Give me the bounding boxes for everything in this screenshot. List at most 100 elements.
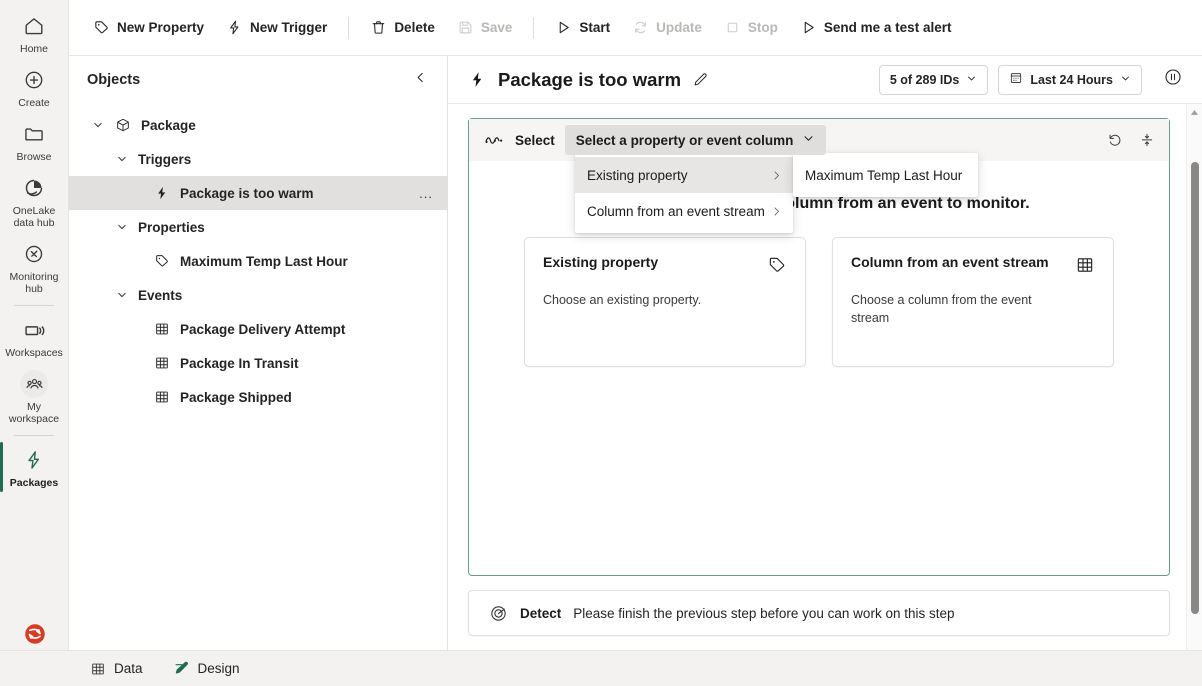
time-range-label: Last 24 Hours <box>1030 72 1113 87</box>
start-button[interactable]: Start <box>545 12 620 44</box>
rail-item-home[interactable]: Home <box>0 6 69 60</box>
table-icon <box>153 388 171 406</box>
chevron-down-icon[interactable] <box>115 220 129 234</box>
left-nav-rail: Home Create Browse OneLake data hub Moni <box>0 0 69 686</box>
workspaces-icon <box>20 316 48 344</box>
tree-item-package-delivery-attempt[interactable]: Package Delivery Attempt <box>69 312 447 346</box>
detect-icon <box>489 604 508 623</box>
objects-pane-header: Objects <box>69 56 447 104</box>
new-property-button[interactable]: New Property <box>83 12 214 44</box>
scrollbar-track[interactable] <box>1187 120 1202 670</box>
app-root: Home Create Browse OneLake data hub Moni <box>0 0 1202 686</box>
table-icon <box>90 661 106 677</box>
command-toolbar: New Property New Trigger Delete Save Sta… <box>69 0 1202 56</box>
ids-filter-dropdown[interactable]: 5 of 289 IDs <box>878 64 989 95</box>
pencil-icon[interactable] <box>692 71 709 88</box>
toolbar-divider-2 <box>533 16 535 39</box>
chevron-down-icon[interactable] <box>91 118 105 132</box>
scrollbar-thumb[interactable] <box>1191 162 1199 614</box>
wave-icon <box>485 133 505 147</box>
menu-item-column-from-event-stream[interactable]: Column from an event stream <box>575 193 793 229</box>
update-label: Update <box>656 20 702 35</box>
rail-label-monitoring: Monitoring hub <box>9 271 59 295</box>
property-column-dropdown-label: Select a property or event column <box>575 132 794 148</box>
tree-item-maximum-temp-last-hour[interactable]: Maximum Temp Last Hour <box>69 244 447 278</box>
rail-item-my-workspace[interactable]: My workspace <box>0 364 69 430</box>
rail-item-browse[interactable]: Browse <box>0 114 69 168</box>
objects-title: Objects <box>87 72 141 88</box>
scroll-up-arrow[interactable] <box>1187 104 1202 120</box>
property-column-dropdown[interactable]: Select a property or event column <box>564 125 827 155</box>
tree-item-events[interactable]: Events <box>69 278 447 312</box>
save-icon <box>457 19 474 36</box>
select-step-header-actions <box>1101 126 1161 154</box>
table-icon <box>153 320 171 338</box>
choice-card-existing-property[interactable]: Existing property Choose an existing pro… <box>524 237 806 367</box>
property-column-menu: Existing property Column from an event s… <box>575 153 793 233</box>
submenu-item-maximum-temp-last-hour-label: Maximum Temp Last Hour <box>805 167 963 183</box>
tree-item-properties[interactable]: Properties <box>69 210 447 244</box>
tree-item-package-in-transit[interactable]: Package In Transit <box>69 346 447 380</box>
rail-item-onelake-data-hub[interactable]: OneLake data hub <box>0 168 69 234</box>
page-title: Package is too warm <box>498 68 682 90</box>
choice-card-event-stream-column[interactable]: Column from an event stream Choose a col… <box>832 237 1114 367</box>
rail-item-create[interactable]: Create <box>0 60 69 114</box>
new-trigger-button[interactable]: New Trigger <box>216 12 337 44</box>
rail-label-home: Home <box>19 43 48 55</box>
tree-label-package-in-transit: Package In Transit <box>180 355 299 371</box>
monitoring-icon <box>20 240 48 268</box>
status-tab-data[interactable]: Data <box>84 657 149 681</box>
tree-item-package-is-too-warm[interactable]: Package is too warm ... <box>69 176 447 210</box>
chevron-left-icon <box>413 70 428 90</box>
data-activator-icon <box>21 620 49 648</box>
package-icon <box>114 116 132 134</box>
tag-icon <box>767 255 787 280</box>
collapse-objects-pane-button[interactable] <box>407 67 433 93</box>
tree-label-properties: Properties <box>138 219 205 235</box>
status-tab-data-label: Data <box>114 661 143 676</box>
time-range-dropdown[interactable]: Last 24 Hours <box>998 64 1142 95</box>
body-split: Objects Package Triggers Package is too … <box>69 56 1202 686</box>
choice-desc-event-stream-column: Choose a column from the event stream <box>851 293 1032 325</box>
start-label: Start <box>579 20 611 35</box>
stop-icon <box>724 19 741 36</box>
rail-label-workspaces: Workspaces <box>5 347 63 359</box>
folder-icon <box>20 120 48 148</box>
tree-item-triggers[interactable]: Triggers <box>69 142 447 176</box>
pause-button[interactable] <box>1158 65 1188 95</box>
send-test-alert-button[interactable]: Send me a test alert <box>790 12 962 44</box>
menu-item-existing-property[interactable]: Existing property <box>575 157 793 193</box>
detect-step-card[interactable]: Detect Please finish the previous step b… <box>468 590 1170 636</box>
tree-label-triggers: Triggers <box>138 151 192 167</box>
select-step-body: Select a property or a column from an ev… <box>469 161 1169 575</box>
stop-button: Stop <box>714 12 788 44</box>
step-canvas: Select Select a property or event column <box>448 104 1202 686</box>
play-icon <box>555 19 572 36</box>
tree-item-more-button[interactable]: ... <box>415 186 437 201</box>
choice-card-header: Existing property <box>543 254 787 280</box>
canvas-scrollbar[interactable] <box>1186 104 1202 686</box>
rail-label-create: Create <box>18 97 50 109</box>
chevron-down-icon[interactable] <box>115 152 129 166</box>
detect-step-name: Detect <box>520 605 562 621</box>
submenu-item-maximum-temp-last-hour[interactable]: Maximum Temp Last Hour <box>793 157 978 193</box>
reset-icon[interactable] <box>1101 126 1129 154</box>
collapse-vertical-icon[interactable] <box>1133 126 1161 154</box>
rail-item-workspaces[interactable]: Workspaces <box>0 310 69 364</box>
pause-icon <box>1163 67 1183 92</box>
delete-button[interactable]: Delete <box>360 12 445 44</box>
play-outline-icon <box>800 19 817 36</box>
tree-item-package[interactable]: Package <box>69 108 447 142</box>
chevron-down-icon[interactable] <box>115 288 129 302</box>
save-button: Save <box>447 12 523 44</box>
chevron-down-icon <box>966 73 977 87</box>
select-step-header: Select Select a property or event column <box>469 119 1169 161</box>
tree-item-package-shipped[interactable]: Package Shipped <box>69 380 447 414</box>
rail-label-packages: Packages <box>9 477 59 489</box>
status-tab-design[interactable]: Design <box>167 656 246 681</box>
rail-item-monitoring-hub[interactable]: Monitoring hub <box>0 234 69 300</box>
select-step-card: Select Select a property or event column <box>468 118 1170 576</box>
home-icon <box>20 12 48 40</box>
rail-item-packages[interactable]: Packages <box>0 440 69 494</box>
refresh-icon <box>632 19 649 36</box>
